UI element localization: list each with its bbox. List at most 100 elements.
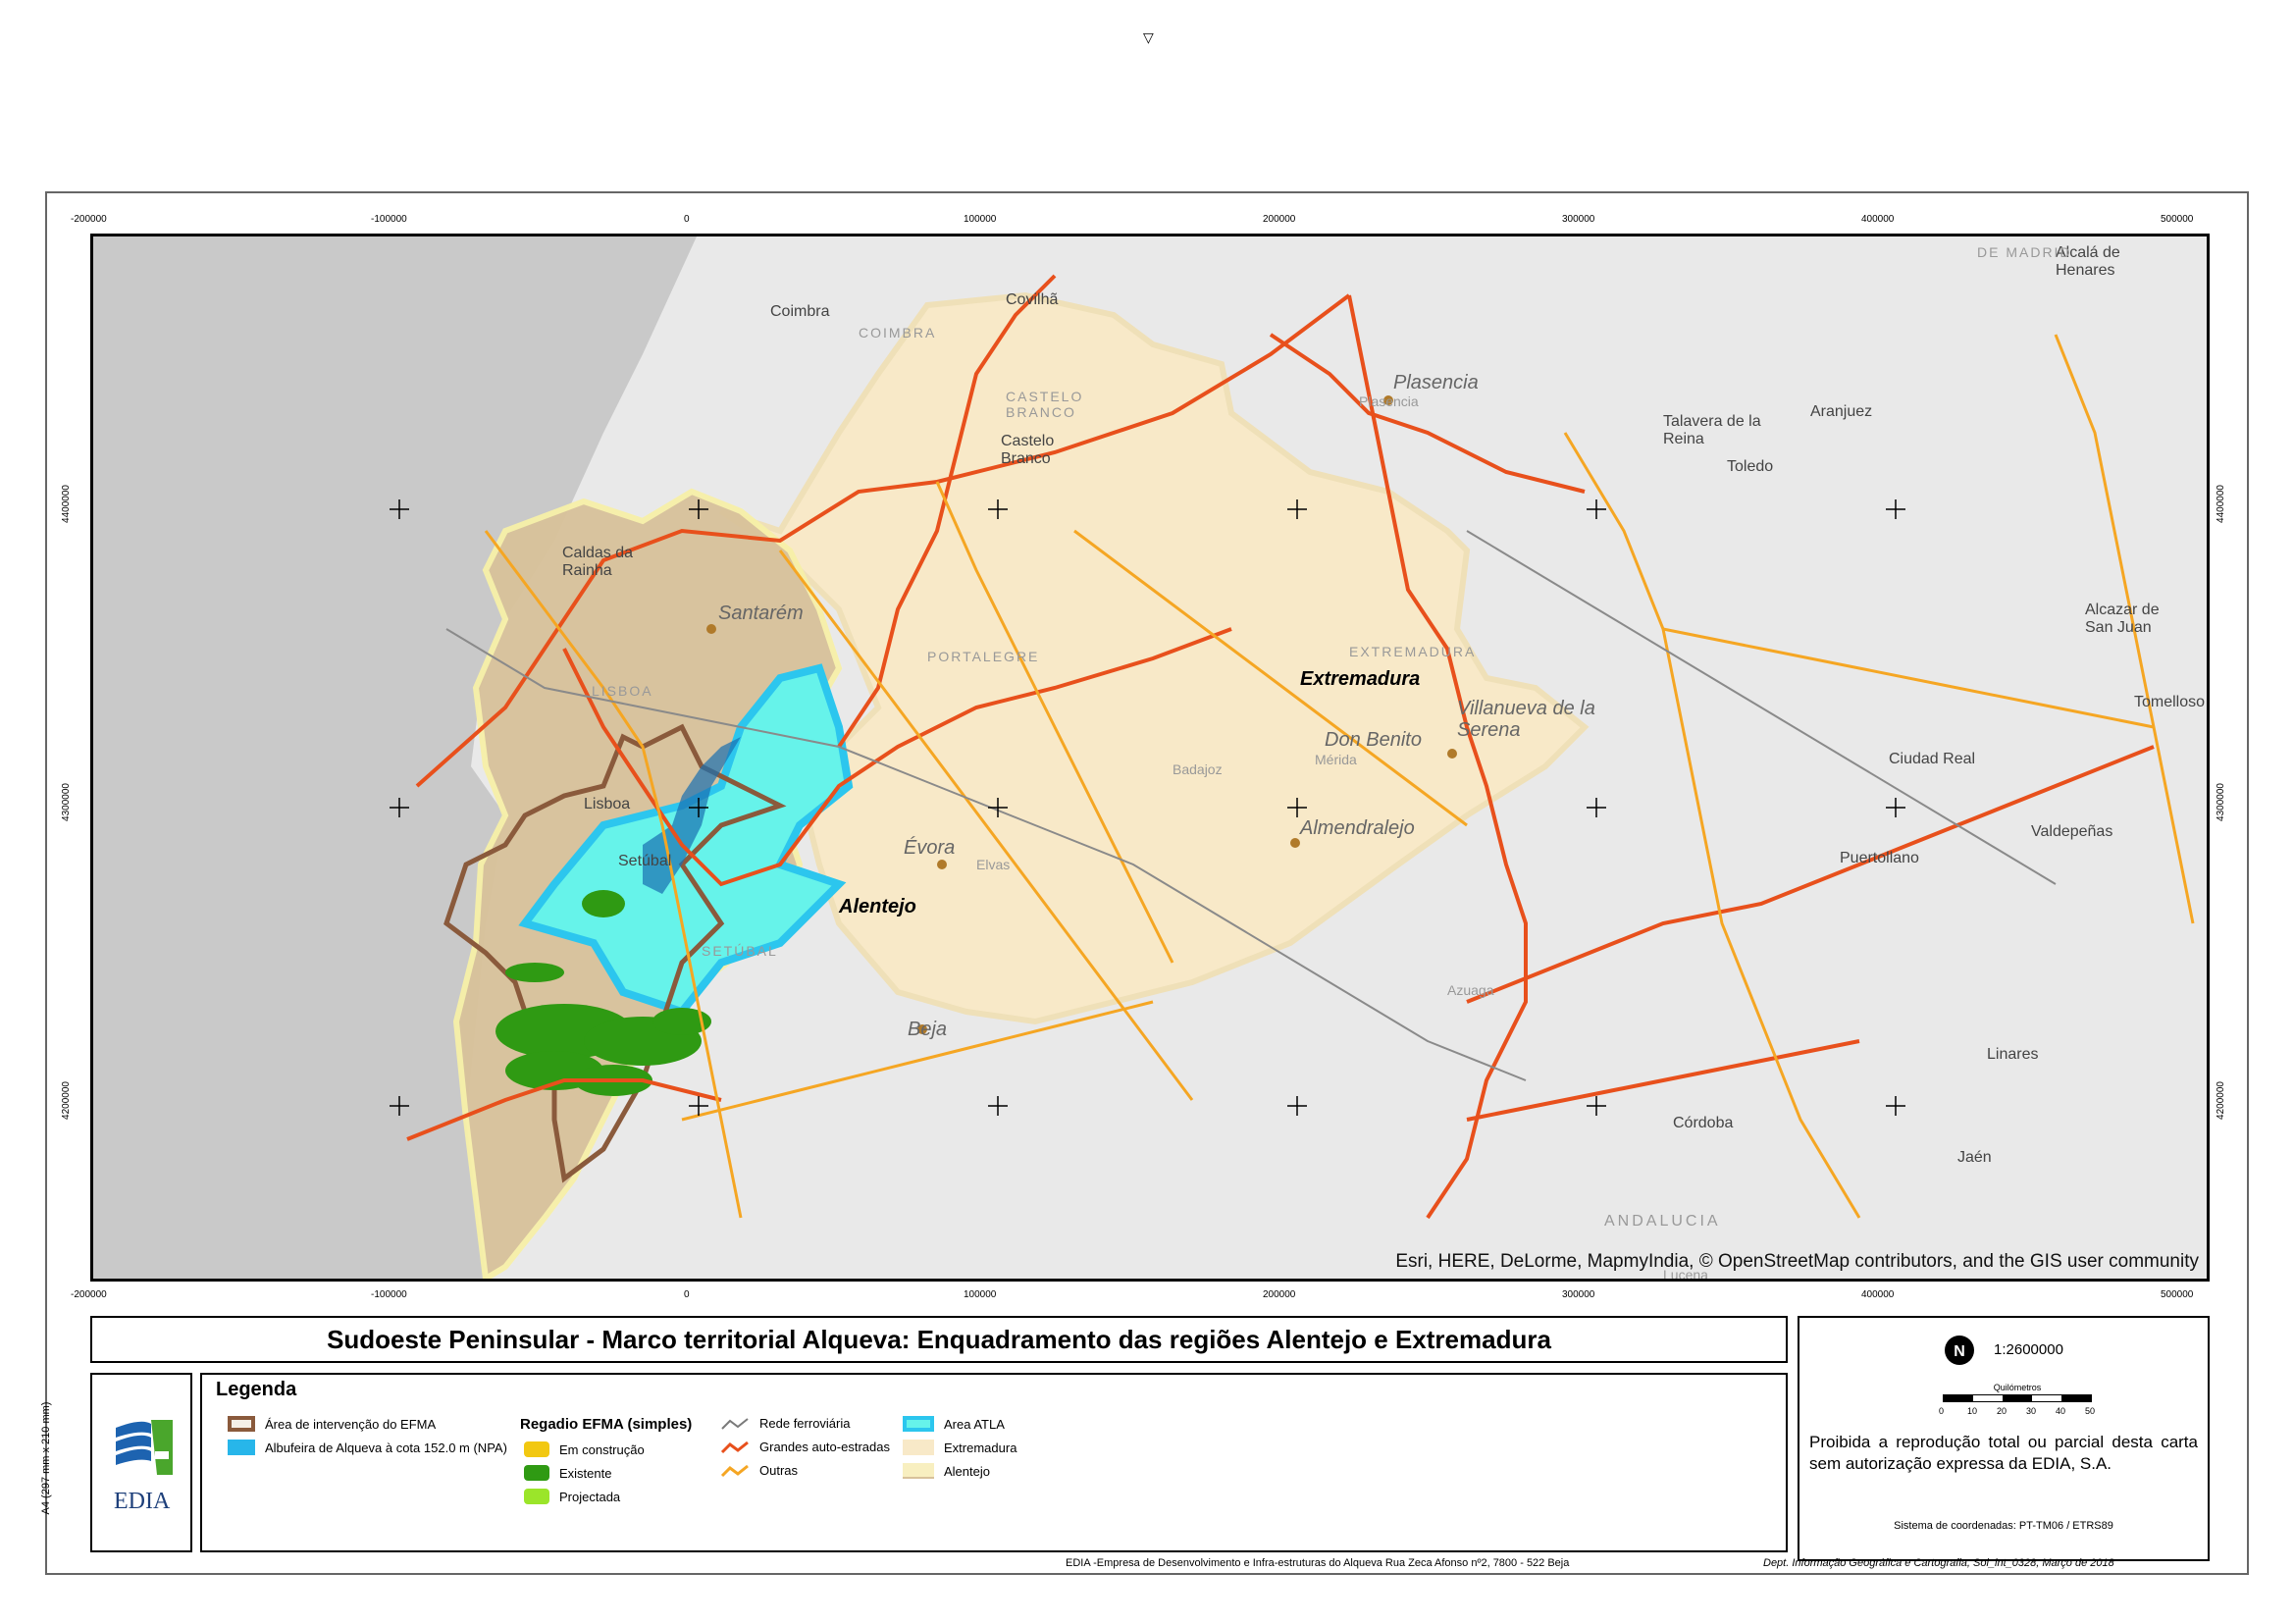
- basemap-label: Córdoba: [1673, 1115, 1734, 1131]
- legend-item-extremadura: Extremadura: [903, 1440, 1017, 1455]
- rail-line-icon: [721, 1417, 749, 1430]
- legend-item-outras: Outras: [720, 1463, 798, 1478]
- legend-regadio-title: Regadio EFMA (simples): [520, 1416, 693, 1433]
- legend-label: Em construção: [559, 1441, 645, 1457]
- legend-item-projectada: Projectada: [524, 1489, 620, 1504]
- label-evora: Évora: [904, 837, 956, 859]
- x-tick-bottom: 400000: [1861, 1289, 1895, 1300]
- basemap-label: Alcazar de San Juan: [2085, 602, 2160, 636]
- legend-swatch: [228, 1440, 255, 1455]
- basemap-label: Covilhã: [1006, 291, 1059, 308]
- basemap-label: PORTALEGRE: [927, 649, 1040, 664]
- scale-tick: 40: [2056, 1406, 2066, 1416]
- basemap-label: Plasencia: [1359, 393, 1419, 409]
- map-attribution: Esri, HERE, DeLorme, MapmyIndia, © OpenS…: [1395, 1251, 2199, 1272]
- paper-size: A4 (297 mm x 210 mm): [40, 1401, 52, 1515]
- basemap-label: CASTELO BRANCO: [1006, 389, 1084, 420]
- basemap-label: Talavera de la Reina: [1663, 413, 1761, 447]
- basemap-label: DE MADRID: [1977, 244, 2072, 260]
- basemap-label: COIMBRA: [859, 325, 937, 341]
- x-tick-bottom: 200000: [1263, 1289, 1296, 1300]
- label-alentejo: Alentejo: [839, 896, 916, 917]
- scale-tick: 30: [2026, 1406, 2037, 1416]
- legend: Legenda Área de intervenção do EFMA Albu…: [200, 1373, 1788, 1552]
- label-plasencia: Plasencia: [1393, 372, 1479, 393]
- map-title: Sudoeste Peninsular - Marco territorial …: [90, 1316, 1788, 1363]
- legend-item-em-construcao: Em construção: [524, 1441, 645, 1457]
- basemap-label: Valdepeñas: [2031, 823, 2113, 840]
- legend-item-albufeira: Albufeira de Alqueva à cota 152.0 m (NPA…: [228, 1440, 507, 1455]
- basemap-label: Toledo: [1727, 458, 1774, 475]
- x-tick-top: 400000: [1861, 214, 1895, 225]
- basemap-label: Caldas da Rainha: [562, 545, 634, 579]
- basemap-label: Setúbal: [618, 853, 672, 869]
- scale-tick: 10: [1967, 1406, 1978, 1416]
- x-tick-top: 100000: [964, 214, 997, 225]
- basemap-label: Puertollano: [1840, 850, 1919, 866]
- basemap-label: Tomelloso: [2134, 694, 2206, 710]
- legend-swatch: [524, 1489, 549, 1504]
- y-tick-right: 4400000: [2215, 485, 2226, 523]
- north-letter: N: [1954, 1343, 1965, 1360]
- y-tick-right: 4200000: [2215, 1081, 2226, 1120]
- basemap-label: Elvas: [976, 857, 1011, 872]
- legend-label: Outras: [759, 1463, 799, 1478]
- basemap-label: ANDALUCIA: [1604, 1213, 1721, 1230]
- rights-text: Proibida a reprodução total ou parcial d…: [1809, 1433, 2198, 1473]
- scale-tick: 50: [2085, 1406, 2096, 1416]
- north-arrow-icon: N: [1945, 1336, 1974, 1365]
- x-tick-top: 500000: [2161, 214, 2194, 225]
- scale-ratio: 1:2600000: [1994, 1341, 2063, 1358]
- legend-item-rede-ferroviaria: Rede ferroviária: [720, 1416, 851, 1431]
- legend-swatch: [524, 1441, 549, 1457]
- y-tick-left: 4400000: [60, 485, 72, 523]
- y-tick-left: 4200000: [60, 1081, 72, 1120]
- scale-unit: Quilómetros: [1993, 1383, 2042, 1392]
- basemap-label: Coimbra: [770, 303, 830, 320]
- basemap-label: Aranjuez: [1810, 403, 1873, 420]
- x-tick-bottom: 0: [684, 1289, 690, 1300]
- y-tick-right: 4300000: [2215, 783, 2226, 821]
- legend-heading: Legenda: [216, 1379, 297, 1400]
- basemap-label: Castelo Branco: [1001, 433, 1055, 467]
- scale-tick: 0: [1939, 1406, 1945, 1416]
- x-tick-bottom: -200000: [71, 1289, 107, 1300]
- y-tick-left: 4300000: [60, 783, 72, 821]
- legend-swatch: [903, 1416, 934, 1432]
- scale-box: N 1:2600000 Quilómetros 0 10 20 30 40 50…: [1798, 1316, 2210, 1561]
- legend-label: Existente: [559, 1465, 612, 1481]
- x-tick-bottom: 100000: [964, 1289, 997, 1300]
- x-tick-top: 200000: [1263, 214, 1296, 225]
- legend-label: Projectada: [559, 1489, 621, 1504]
- label-extremadura: Extremadura: [1300, 668, 1421, 690]
- legend-label: Extremadura: [944, 1440, 1017, 1455]
- legend-swatch: [524, 1465, 549, 1481]
- basemap-label: Lisboa: [584, 796, 631, 812]
- label-beja: Beja: [908, 1019, 948, 1040]
- basemap-label: Azuaga: [1447, 982, 1494, 998]
- basemap-label: SETÚBAL: [702, 943, 778, 959]
- x-tick-top: 0: [684, 214, 690, 225]
- basemap-label: Jaén: [1957, 1149, 1992, 1166]
- x-tick-bottom: 300000: [1562, 1289, 1595, 1300]
- top-marker: ▽: [1143, 29, 1154, 45]
- legend-label: Albufeira de Alqueva à cota 152.0 m (NPA…: [265, 1440, 507, 1455]
- legend-item-grandes-auto-estradas: Grandes auto-estradas: [720, 1440, 890, 1454]
- basemap-label: Linares: [1987, 1046, 2039, 1063]
- legend-label: Area ATLA: [944, 1416, 1005, 1432]
- map-canvas[interactable]: Extremadura Alentejo Plasencia Santarém …: [90, 234, 2210, 1282]
- basemap-label: LISBOA: [592, 683, 653, 699]
- x-tick-bottom: 500000: [2161, 1289, 2194, 1300]
- legend-item-existente: Existente: [524, 1465, 611, 1481]
- label-almendralejo: Almendralejo: [1300, 817, 1415, 839]
- footer-dept: Dept. Informação Geográfica e Cartografi…: [1763, 1557, 2114, 1569]
- legend-label: Alentejo: [944, 1463, 990, 1479]
- legend-item-efma: Área de intervenção do EFMA: [228, 1416, 436, 1432]
- scale-bar: [1943, 1394, 2092, 1402]
- x-tick-top: -100000: [371, 214, 407, 225]
- legend-label: Rede ferroviária: [759, 1416, 851, 1431]
- basemap-label: Mérida: [1315, 752, 1357, 767]
- legend-swatch: [903, 1463, 934, 1479]
- footer-address: EDIA -Empresa de Desenvolvimento e Infra…: [1066, 1557, 1570, 1569]
- coord-system: Sistema de coordenadas: PT-TM06 / ETRS89: [1894, 1520, 2113, 1532]
